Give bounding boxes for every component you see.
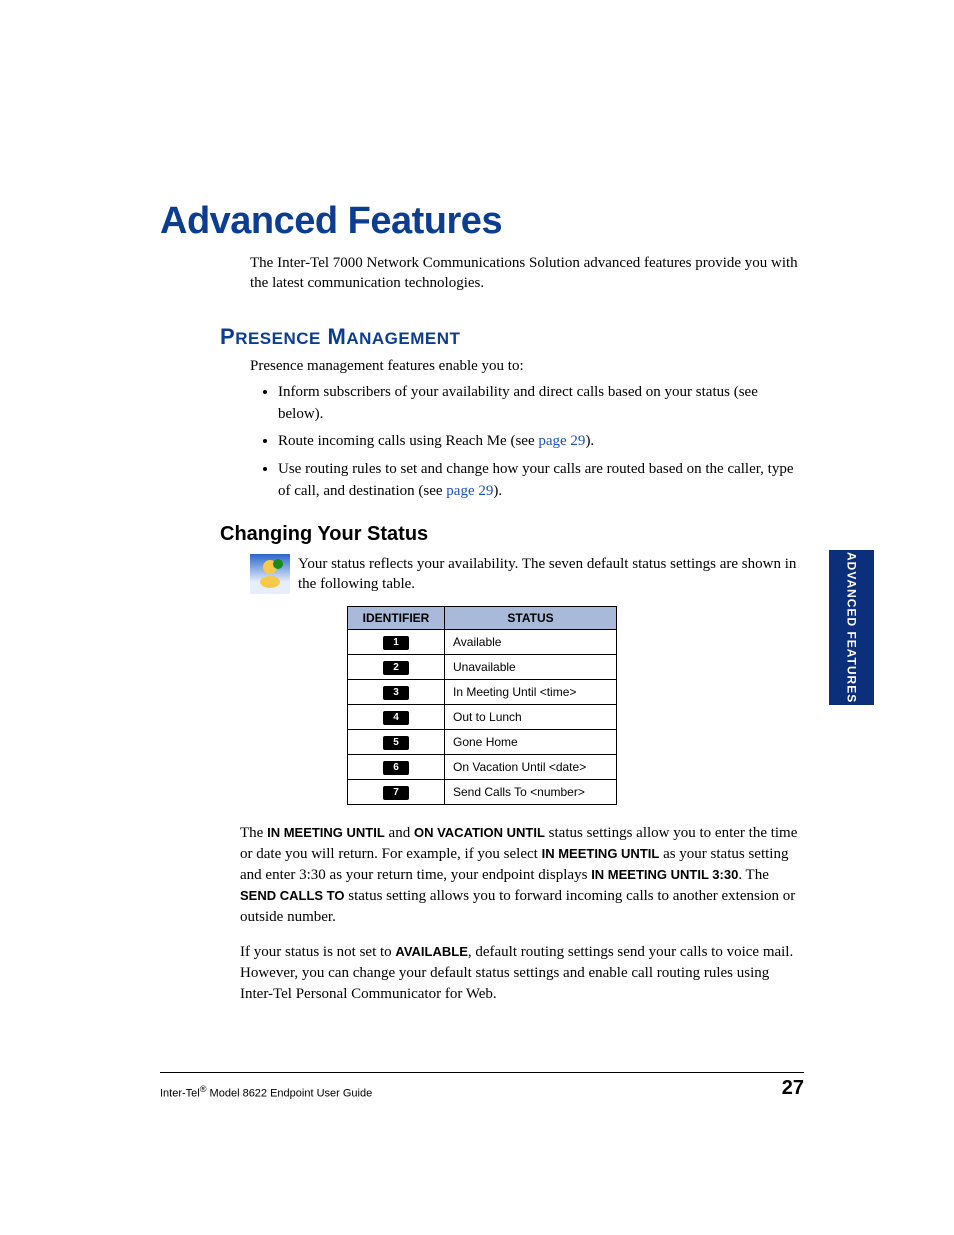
status-explain-2: If your status is not set to AVAILABLE, …: [240, 942, 804, 1005]
p1-b4: IN MEETING UNTIL 3:30: [591, 867, 738, 882]
p1-b2: ON VACATION UNTIL: [414, 825, 545, 840]
intro-paragraph: The Inter-Tel 7000 Network Communication…: [250, 253, 804, 294]
identifier-cell: 3: [348, 680, 445, 705]
link-page-29-b[interactable]: page 29: [446, 483, 493, 499]
footer-guide: Model 8622 Endpoint User Guide: [207, 1088, 373, 1100]
status-explain-1: The IN MEETING UNTIL and ON VACATION UNT…: [240, 823, 804, 928]
footer-reg: ®: [200, 1084, 207, 1094]
changing-intro: Your status reflects your availability. …: [298, 554, 804, 595]
p2-1: If your status is not set to: [240, 944, 395, 960]
status-cell: Send Calls To <number>: [445, 780, 617, 805]
table-row: 7 Send Calls To <number>: [348, 780, 617, 805]
keycap-icon: 5: [383, 736, 409, 750]
status-cell: Unavailable: [445, 655, 617, 680]
section-heading-presence: PRESENCE MANAGEMENT: [220, 324, 804, 350]
bullet-2-text: Route incoming calls using Reach Me (see: [278, 433, 538, 449]
keycap-icon: 7: [383, 786, 409, 800]
p1-1: The: [240, 825, 267, 841]
keycap-icon: 1: [383, 636, 409, 650]
status-table: IDENTIFIER STATUS 1 Available 2 Unavailable…: [347, 606, 617, 805]
bullet-1: Inform subscribers of your availability …: [278, 382, 804, 426]
identifier-cell: 2: [348, 655, 445, 680]
status-cell: On Vacation Until <date>: [445, 755, 617, 780]
page-footer: Inter-Tel® Model 8622 Endpoint User Guid…: [160, 1072, 804, 1100]
status-cell: In Meeting Until <time>: [445, 680, 617, 705]
side-tab-advanced-features: ADVANCED FEATURES: [829, 550, 874, 705]
status-cell: Available: [445, 630, 617, 655]
footer-left: Inter-Tel® Model 8622 Endpoint User Guid…: [160, 1084, 372, 1100]
p1-b1: IN MEETING UNTIL: [267, 825, 385, 840]
identifier-cell: 6: [348, 755, 445, 780]
footer-brand: Inter-Tel: [160, 1088, 200, 1100]
bullet-2: Route incoming calls using Reach Me (see…: [278, 431, 804, 453]
bullet-3: Use routing rules to set and change how …: [278, 459, 804, 503]
p1-2: and: [385, 825, 414, 841]
th-status: STATUS: [445, 607, 617, 630]
keycap-icon: 2: [383, 661, 409, 675]
p1-b5: SEND CALLS TO: [240, 888, 345, 903]
keycap-icon: 3: [383, 686, 409, 700]
identifier-cell: 5: [348, 730, 445, 755]
presence-icon: [250, 554, 290, 594]
bullet-3-tail: ).: [493, 483, 502, 499]
table-row: 1 Available: [348, 630, 617, 655]
bullet-3-text: Use routing rules to set and change how …: [278, 461, 793, 499]
page-number: 27: [782, 1077, 804, 1100]
table-row: 5 Gone Home: [348, 730, 617, 755]
presence-intro: Presence management features enable you …: [250, 356, 804, 376]
bullet-2-tail: ).: [585, 433, 594, 449]
status-cell: Gone Home: [445, 730, 617, 755]
table-row: 3 In Meeting Until <time>: [348, 680, 617, 705]
presence-bullets: Inform subscribers of your availability …: [250, 382, 804, 503]
keycap-icon: 4: [383, 711, 409, 725]
th-identifier: IDENTIFIER: [348, 607, 445, 630]
table-row: 4 Out to Lunch: [348, 705, 617, 730]
table-row: 6 On Vacation Until <date>: [348, 755, 617, 780]
subheading-changing-status: Changing Your Status: [220, 523, 804, 546]
p1-b3: IN MEETING UNTIL: [542, 846, 660, 861]
keycap-icon: 6: [383, 761, 409, 775]
p2-b1: AVAILABLE: [395, 944, 467, 959]
table-row: 2 Unavailable: [348, 655, 617, 680]
link-page-29-a[interactable]: page 29: [538, 433, 585, 449]
identifier-cell: 7: [348, 780, 445, 805]
page-title: Advanced Features: [160, 200, 804, 243]
p1-5: . The: [738, 867, 769, 883]
identifier-cell: 4: [348, 705, 445, 730]
identifier-cell: 1: [348, 630, 445, 655]
status-cell: Out to Lunch: [445, 705, 617, 730]
